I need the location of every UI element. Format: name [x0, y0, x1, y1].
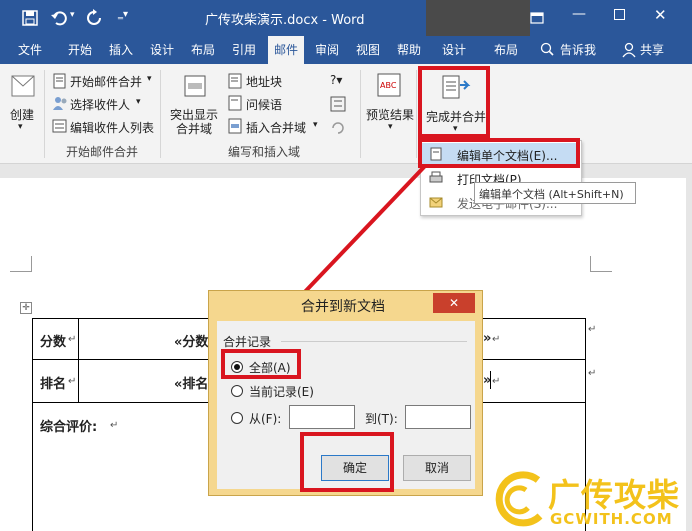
- highlight-ok-button: [300, 432, 394, 492]
- current-record-radio[interactable]: [231, 385, 243, 397]
- from-records-radio[interactable]: [231, 412, 243, 424]
- dialog-title: 合并到新文档: [301, 299, 385, 315]
- current-record-label[interactable]: 当前记录(E): [249, 383, 314, 400]
- from-record-input[interactable]: [289, 405, 355, 429]
- to-record-input[interactable]: [405, 405, 471, 429]
- merge-records-group-label: 合并记录: [223, 335, 272, 349]
- watermark-logo: [495, 471, 543, 527]
- cancel-button[interactable]: 取消: [403, 455, 471, 481]
- dialog-close-button[interactable]: ✕: [433, 293, 475, 313]
- highlight-all-records: [221, 349, 301, 379]
- watermark-site: GCWITH.COM: [550, 510, 673, 528]
- from-label[interactable]: 从(F):: [249, 410, 281, 427]
- to-label: 到(T):: [365, 412, 398, 426]
